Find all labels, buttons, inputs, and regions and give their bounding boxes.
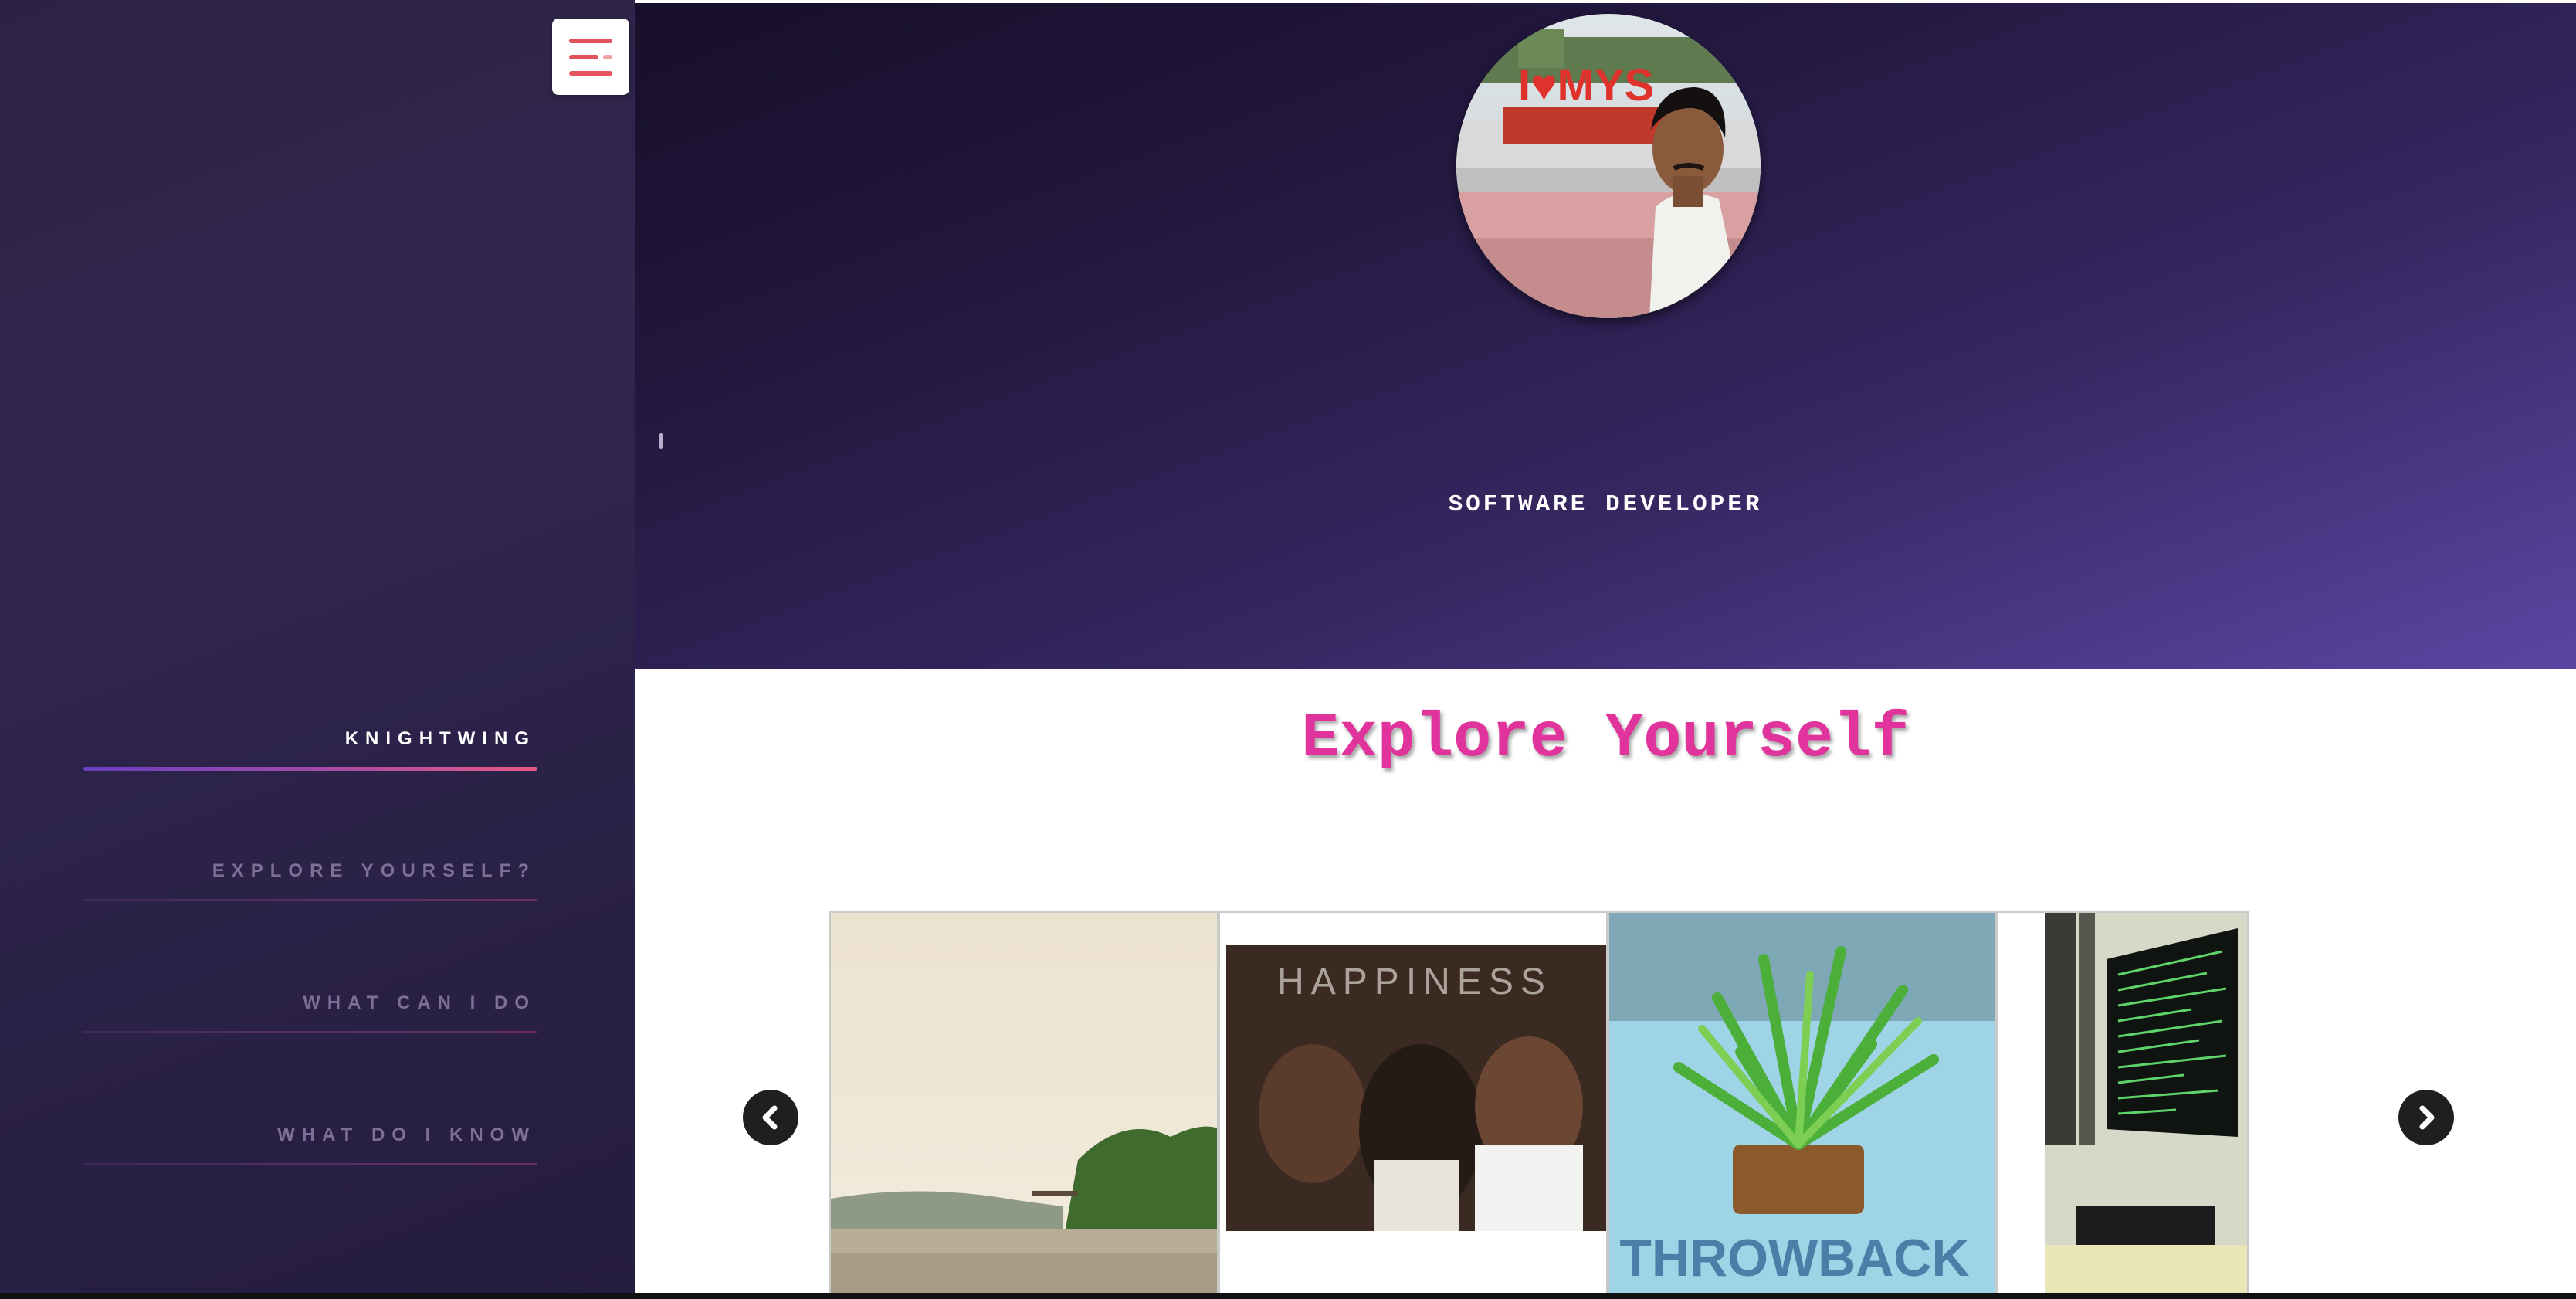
menu-toggle-button[interactable] [552,19,629,95]
role-title: SOFTWARE DEVELOPER [1448,491,1763,518]
explore-section: Explore Yourself HAPPINESS THROWBACK [635,669,2576,1299]
window-bottom-edge [0,1293,2576,1299]
sidebar: KNIGHTWING EXPLORE YOURSELF? WHAT CAN I … [0,0,635,1299]
carousel-card-happiness[interactable]: HAPPINESS [1219,911,1608,1299]
terminal-monitor-photo [1998,913,2247,1297]
nav-underline [83,1031,537,1033]
profile-avatar: I♥MYS [1456,14,1761,318]
nav-active-underline [83,767,537,771]
carousel-next-button[interactable] [2398,1090,2454,1145]
carousel-card-lake[interactable] [829,911,1219,1299]
carousel-prev-button[interactable] [743,1090,798,1145]
carousel-card-terminal[interactable] [1997,911,2249,1299]
nav-underline [83,899,537,901]
lake-photo [831,913,1217,1297]
hamburger-menu-icon [569,38,612,76]
scroll-marker [659,433,663,449]
card-overlay-text: HAPPINESS [1277,962,1552,1002]
chevron-right-icon [2419,1105,2435,1130]
nav-underline [83,1163,537,1165]
nav-item-label: WHAT DO I KNOW [277,1124,536,1145]
carousel-card-throwback[interactable]: THROWBACK [1608,911,1997,1299]
nav-item-knightwing[interactable]: KNIGHTWING [83,728,537,774]
chevron-left-icon [762,1105,778,1130]
nav-item-label: KNIGHTWING [344,728,536,749]
nav-item-label: WHAT CAN I DO [303,992,536,1013]
card-overlay-text: THROWBACK [1619,1229,1969,1287]
nav-item-explore-yourself[interactable]: EXPLORE YOURSELF? [83,860,537,906]
avatar-sign-text: I♥MYS [1518,60,1654,110]
nav-item-what-do-i-know[interactable]: WHAT DO I KNOW [83,1124,537,1170]
hero-section: I♥MYS SOFTWARE DEVELOPER [635,0,2576,669]
section-title: Explore Yourself [1301,703,1910,775]
nav-item-label: EXPLORE YOURSELF? [212,860,536,881]
nav-item-what-can-i-do[interactable]: WHAT CAN I DO [83,992,537,1038]
